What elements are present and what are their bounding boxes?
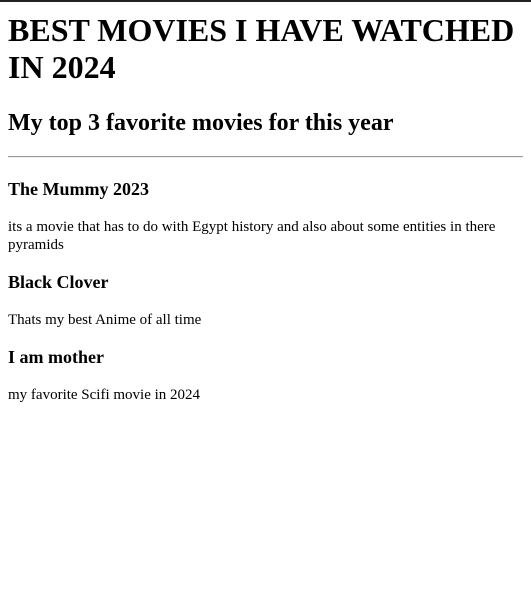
movie-title: The Mummy 2023: [8, 179, 149, 199]
page-content: BEST MOVIES I HAVE WATCHED IN 2024 My to…: [0, 12, 531, 404]
movie-title: Black Clover: [8, 272, 109, 292]
movie-description: Thats my best Anime of all time: [8, 312, 202, 328]
movie-description: its a movie that has to do with Egypt hi…: [8, 219, 496, 253]
page-subtitle: My top 3 favorite movies for this year: [8, 110, 394, 136]
movie-title: I am mother: [8, 347, 104, 367]
page-title: BEST MOVIES I HAVE WATCHED IN 2024: [8, 12, 515, 85]
movie-description: my favorite Scifi movie in 2024: [8, 387, 201, 403]
movie-entry: The Mummy 2023 its a movie that has to d…: [8, 179, 523, 254]
movie-entry: I am mother my favorite Scifi movie in 2…: [8, 347, 523, 404]
divider: [8, 156, 523, 158]
movie-entry: Black Clover Thats my best Anime of all …: [8, 272, 523, 329]
